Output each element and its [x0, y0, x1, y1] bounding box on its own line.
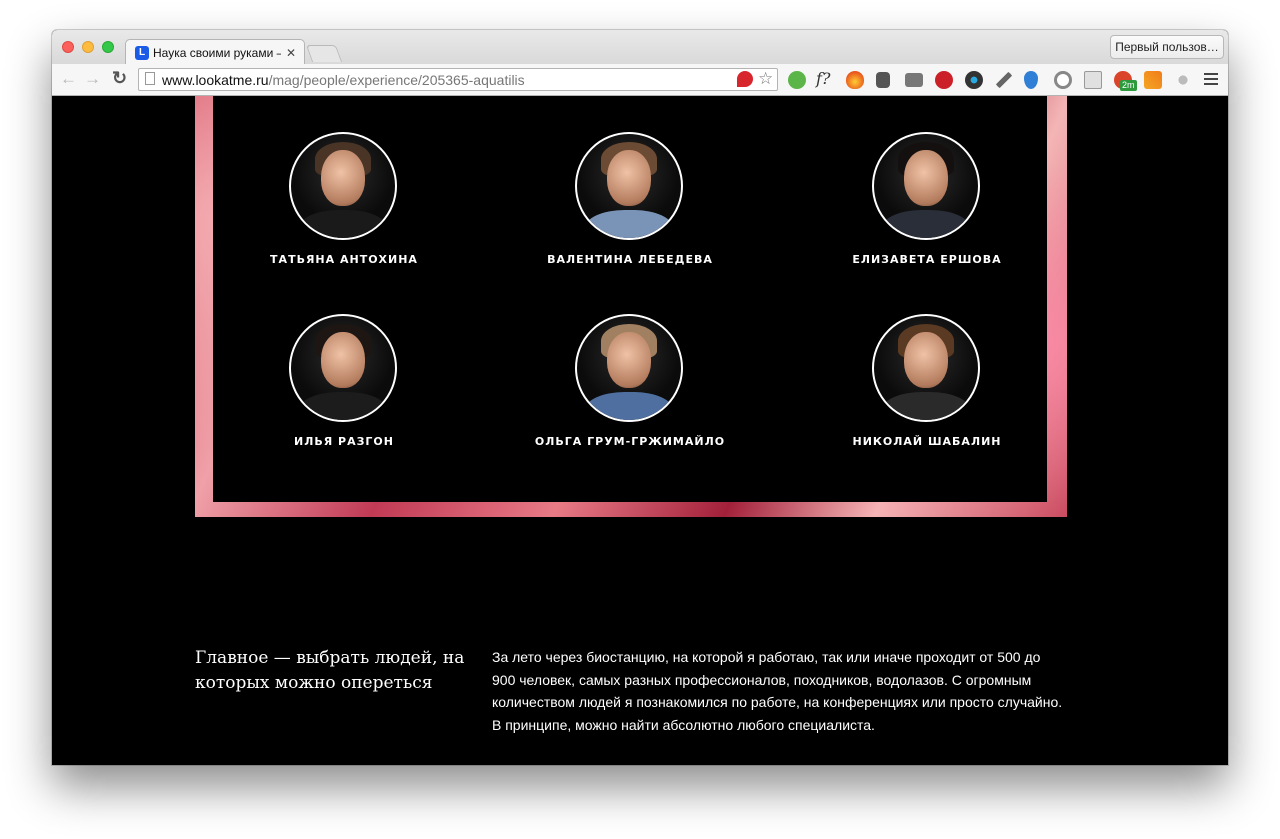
refresh-ext-icon[interactable]	[1054, 71, 1072, 89]
person-name: НИКОЛАЙ ШАБАЛИН	[852, 435, 1002, 448]
paw-icon[interactable]	[1174, 71, 1192, 89]
person-photo	[289, 132, 397, 240]
person-card[interactable]: ОЛЬГА ГРУМ-ГРЖИМАЙЛО	[500, 314, 760, 454]
page-icon	[145, 72, 155, 85]
bookmark-star-icon[interactable]: ☆	[758, 69, 773, 89]
forward-arrow-icon[interactable]: →	[84, 68, 101, 90]
menu-hamburger-icon[interactable]	[1204, 73, 1218, 88]
person-name: ЕЛИЗАВЕТА ЕРШОВА	[852, 253, 1002, 266]
tab-close-icon[interactable]: ✕	[286, 45, 296, 61]
window-zoom-button[interactable]	[102, 41, 114, 53]
reader-icon[interactable]	[1084, 71, 1102, 89]
new-tab-button[interactable]	[305, 45, 343, 62]
ghostery-icon[interactable]	[788, 71, 806, 89]
person-card[interactable]: ТАТЬЯНА АНТОХИНА	[214, 132, 474, 272]
back-arrow-icon[interactable]: ←	[60, 68, 77, 90]
reload-icon[interactable]: ↻	[112, 67, 127, 89]
article-paragraph: За лето через биостанцию, на которой я р…	[492, 649, 1063, 733]
page-content: ТАТЬЯНА АНТОХИНА ВАЛЕНТИНА ЛЕБЕДЕВА ЕЛИЗ…	[52, 96, 1228, 765]
eyedropper-icon[interactable]	[995, 71, 1013, 89]
person-photo	[575, 132, 683, 240]
person-card[interactable]: ВАЛЕНТИНА ЛЕБЕДЕВА	[500, 132, 760, 272]
person-photo	[872, 314, 980, 422]
colorzilla-icon[interactable]	[965, 71, 983, 89]
url-text: www.lookatme.ru/mag/people/experience/20…	[162, 71, 525, 89]
window-close-button[interactable]	[62, 41, 74, 53]
tab-title: Наука своими руками — Lo	[153, 46, 281, 60]
person-name: ТАТЬЯНА АНТОХИНА	[270, 253, 418, 266]
person-photo	[289, 314, 397, 422]
browser-toolbar: ← → ↻ www.lookatme.ru/mag/people/experie…	[52, 64, 1228, 96]
people-grid: ТАТЬЯНА АНТОХИНА ВАЛЕНТИНА ЛЕБЕДЕВА ЕЛИЗ…	[213, 96, 1047, 502]
pocket-icon[interactable]	[905, 73, 923, 87]
browser-tab-active[interactable]: L Наука своими руками — Lo ✕	[125, 39, 305, 65]
people-frame: ТАТЬЯНА АНТОХИНА ВАЛЕНТИНА ЛЕБЕДЕВА ЕЛИЗ…	[195, 96, 1067, 517]
pull-quote: Главное — выбрать людей, на которых можн…	[195, 648, 465, 693]
person-card[interactable]: ЕЛИЗАВЕТА ЕРШОВА	[797, 132, 1057, 272]
pinterest-icon[interactable]	[935, 71, 953, 89]
person-photo	[575, 314, 683, 422]
address-bar[interactable]: www.lookatme.ru/mag/people/experience/20…	[138, 68, 778, 91]
person-card[interactable]: ИЛЬЯ РАЗГОН	[214, 314, 474, 454]
url-host: www.lookatme.ru	[162, 72, 269, 88]
person-photo	[872, 132, 980, 240]
tab-strip: L Наука своими руками — Lo ✕ Первый поль…	[52, 30, 1228, 65]
badge-2m-icon: 2m	[1120, 80, 1137, 91]
fontface-icon[interactable]: f?	[816, 69, 831, 89]
analytics-icon[interactable]	[1144, 71, 1162, 89]
evernote-icon[interactable]	[876, 72, 890, 88]
window-minimize-button[interactable]	[82, 41, 94, 53]
person-name: ВАЛЕНТИНА ЛЕБЕДЕВА	[547, 253, 713, 266]
lastpass-icon[interactable]	[737, 71, 753, 87]
url-path: /mag/people/experience/205365-aquatilis	[268, 72, 525, 88]
profile-button[interactable]: Первый пользов…	[1110, 35, 1224, 59]
person-name: ОЛЬГА ГРУМ-ГРЖИМАЙЛО	[534, 435, 726, 448]
person-card[interactable]: НИКОЛАЙ ШАБАЛИН	[797, 314, 1057, 454]
buffer-icon[interactable]	[1024, 71, 1038, 89]
person-name: ИЛЬЯ РАЗГОН	[294, 435, 394, 448]
fire-icon[interactable]	[846, 71, 864, 89]
browser-window: L Наука своими руками — Lo ✕ Первый поль…	[52, 30, 1228, 765]
lookatme-favicon-icon: L	[135, 46, 149, 60]
